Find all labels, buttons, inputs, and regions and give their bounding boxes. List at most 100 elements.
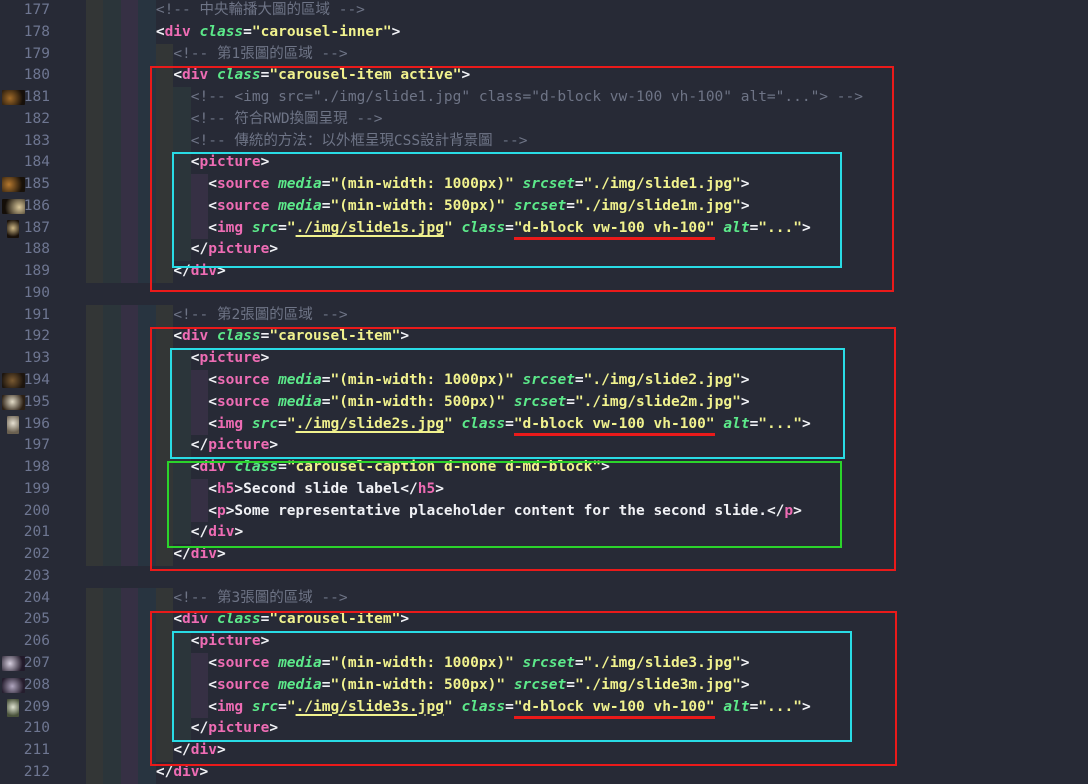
code-line[interactable]: 209 <img src="./img/slide3s.jpg" class="… [0, 697, 1088, 719]
code-line[interactable]: 184 <picture> [0, 152, 1088, 174]
code-token: </ [400, 481, 417, 497]
code-token: "..." [758, 699, 802, 715]
code-token: picture [208, 437, 269, 453]
code-token: > [741, 198, 750, 214]
file-link-token[interactable]: ./img/slide2s.jpg [296, 416, 444, 432]
code-token [243, 416, 252, 432]
code-token: = [750, 416, 759, 432]
code-line[interactable]: 186 <source media="(min-width: 500px)" s… [0, 196, 1088, 218]
code-line[interactable]: 188 </picture> [0, 239, 1088, 261]
code-token: > [200, 764, 209, 780]
code-line[interactable]: 194 <source media="(min-width: 1000px)" … [0, 370, 1088, 392]
code-text: <div class="carousel-item"> [86, 609, 409, 631]
code-line[interactable]: 185 <source media="(min-width: 1000px)" … [0, 174, 1088, 196]
code-token [505, 198, 514, 214]
code-line[interactable]: 201 </div> [0, 522, 1088, 544]
code-token: < [156, 24, 165, 40]
code-token [269, 198, 278, 214]
code-text: </picture> [86, 435, 278, 457]
code-line[interactable]: 190 [0, 283, 1088, 305]
code-token: = [278, 220, 287, 236]
line-number: 190 [0, 283, 50, 305]
code-token: source [217, 176, 269, 192]
code-line[interactable]: 205 <div class="carousel-item"> [0, 609, 1088, 631]
line-number: 205 [0, 609, 50, 631]
code-line[interactable]: 183 <!-- 傳統的方法：以外框呈現CSS設計背景圖 --> [0, 131, 1088, 153]
code-token: > [269, 720, 278, 736]
line-number: 194 [0, 370, 50, 392]
code-editor[interactable]: 177 <!-- 中央輪播大圖的區域 -->178 <div class="ca… [0, 0, 1088, 784]
code-token: = [505, 416, 514, 432]
code-line[interactable]: 206 <picture> [0, 631, 1088, 653]
code-line[interactable]: 198 <div class="carousel-caption d-none … [0, 457, 1088, 479]
code-line[interactable]: 212 </div> [0, 762, 1088, 784]
code-token: " [444, 220, 453, 236]
code-token: > [217, 742, 226, 758]
code-token: > [793, 503, 802, 519]
code-token: </ [767, 503, 784, 519]
code-line[interactable]: 204 <!-- 第3張圖的區域 --> [0, 588, 1088, 610]
code-line[interactable]: 197 </picture> [0, 435, 1088, 457]
code-line[interactable]: 202 </div> [0, 544, 1088, 566]
red-underlined-token: "d-block vw-100 vh-100" [514, 699, 715, 719]
code-line[interactable]: 195 <source media="(min-width: 500px)" s… [0, 392, 1088, 414]
code-token: <!-- 第3張圖的區域 --> [173, 590, 347, 606]
code-line[interactable]: 208 <source media="(min-width: 500px)" s… [0, 675, 1088, 697]
code-token [243, 699, 252, 715]
code-text: <!-- 符合RWD換圖呈現 --> [86, 109, 383, 131]
code-token: "(min-width: 500px)" [330, 677, 505, 693]
code-token: picture [200, 633, 261, 649]
file-link-token[interactable]: ./img/slide3s.jpg [296, 699, 444, 715]
code-token: "./img/slide1.jpg" [584, 176, 741, 192]
code-text: <source media="(min-width: 500px)" srcse… [86, 675, 750, 697]
code-token: > [261, 154, 270, 170]
code-token: > [601, 459, 610, 475]
line-number: 209 [0, 697, 50, 719]
code-token: = [278, 699, 287, 715]
code-token: " [444, 416, 453, 432]
code-line[interactable]: 179 <!-- 第1張圖的區域 --> [0, 44, 1088, 66]
code-line[interactable]: 182 <!-- 符合RWD換圖呈現 --> [0, 109, 1088, 131]
code-text: </picture> [86, 239, 278, 261]
code-text: <p>Some representative placeholder conte… [86, 501, 802, 523]
code-line[interactable]: 189 </div> [0, 261, 1088, 283]
code-token: div [191, 263, 217, 279]
code-line[interactable]: 193 <picture> [0, 348, 1088, 370]
code-token: < [173, 328, 182, 344]
code-line[interactable]: 203 [0, 566, 1088, 588]
code-token: source [217, 655, 269, 671]
code-token: </ [191, 241, 208, 257]
code-token: picture [200, 154, 261, 170]
code-token: < [191, 633, 200, 649]
code-line[interactable]: 200 <p>Some representative placeholder c… [0, 501, 1088, 523]
line-number: 183 [0, 131, 50, 153]
code-line[interactable]: 210 </picture> [0, 718, 1088, 740]
code-text: </div> [86, 762, 208, 784]
code-token: = [566, 677, 575, 693]
code-text: </div> [86, 261, 226, 283]
code-token: h5 [217, 481, 234, 497]
code-token: picture [208, 241, 269, 257]
code-line[interactable]: 192 <div class="carousel-item"> [0, 326, 1088, 348]
code-token: > [400, 611, 409, 627]
code-token [505, 677, 514, 693]
code-token: srcset [523, 176, 575, 192]
code-token: img [217, 416, 243, 432]
code-text: <source media="(min-width: 1000px)" srcs… [86, 653, 750, 675]
code-token: < [208, 503, 217, 519]
code-line[interactable]: 187 <img src="./img/slide1s.jpg" class="… [0, 218, 1088, 240]
line-number: 186 [0, 196, 50, 218]
code-line[interactable]: 199 <h5>Second slide label</h5> [0, 479, 1088, 501]
code-token: <!-- <img src="./img/slide1.jpg" class="… [191, 89, 863, 105]
code-line[interactable]: 196 <img src="./img/slide2s.jpg" class="… [0, 414, 1088, 436]
code-line[interactable]: 178 <div class="carousel-inner"> [0, 22, 1088, 44]
code-token: = [750, 699, 759, 715]
file-link-token[interactable]: ./img/slide1s.jpg [296, 220, 444, 236]
code-line[interactable]: 177 <!-- 中央輪播大圖的區域 --> [0, 0, 1088, 22]
code-token: < [191, 350, 200, 366]
code-line[interactable]: 211 </div> [0, 740, 1088, 762]
code-line[interactable]: 191 <!-- 第2張圖的區域 --> [0, 305, 1088, 327]
code-line[interactable]: 180 <div class="carousel-item active"> [0, 65, 1088, 87]
code-line[interactable]: 207 <source media="(min-width: 1000px)" … [0, 653, 1088, 675]
code-line[interactable]: 181 <!-- <img src="./img/slide1.jpg" cla… [0, 87, 1088, 109]
